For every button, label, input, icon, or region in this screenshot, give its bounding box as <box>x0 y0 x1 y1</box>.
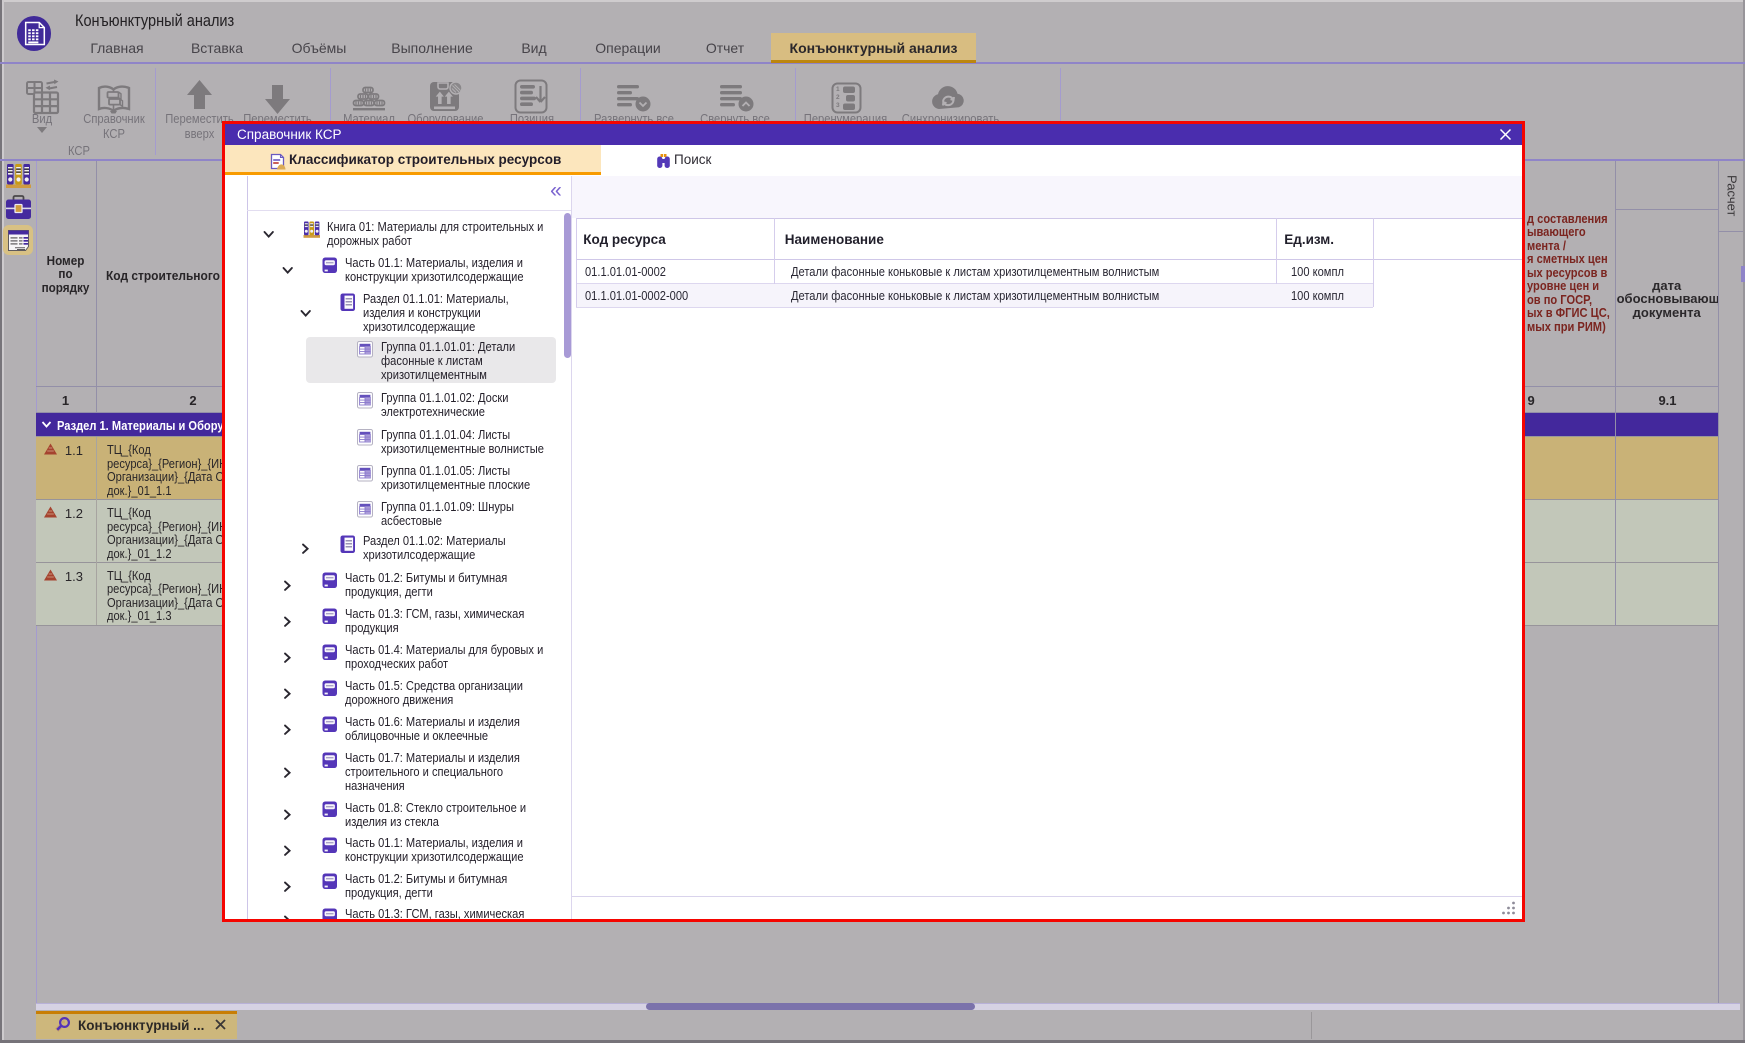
svg-text:3: 3 <box>836 102 840 109</box>
svg-text:2: 2 <box>836 94 840 101</box>
svg-text:1: 1 <box>836 86 840 93</box>
